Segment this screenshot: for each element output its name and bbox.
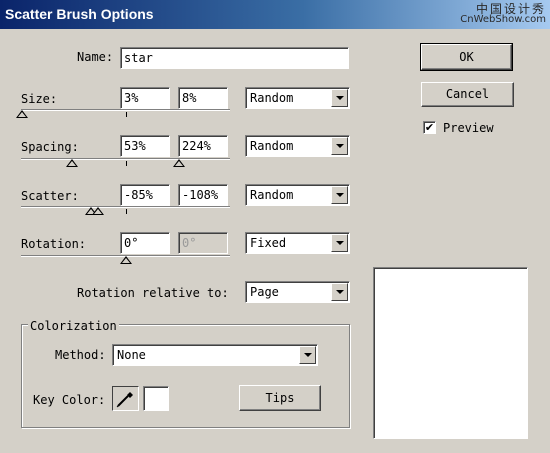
scatter-slider-track[interactable] — [21, 206, 230, 208]
method-value: None — [117, 348, 146, 362]
chevron-down-icon[interactable] — [331, 89, 348, 107]
tips-button[interactable]: Tips — [239, 385, 321, 411]
colorization-group-title: Colorization — [28, 320, 119, 330]
key-color-swatch[interactable] — [143, 386, 169, 411]
scatter-mode-select[interactable]: Random — [245, 184, 350, 206]
chevron-down-icon[interactable] — [299, 346, 316, 364]
size-slider-track[interactable] — [21, 109, 230, 111]
scatter-mode-value: Random — [250, 188, 294, 202]
scatter-label: Scatter: — [21, 189, 79, 203]
chevron-down-icon[interactable] — [331, 186, 348, 204]
chevron-down-icon[interactable] — [331, 283, 348, 301]
size-slider-center-tick — [126, 112, 127, 117]
cancel-button[interactable]: Cancel — [421, 82, 514, 107]
size-min-input[interactable]: 3% — [120, 87, 170, 109]
scatter-max-input[interactable]: -108% — [178, 184, 228, 206]
size-slider-thumb[interactable] — [16, 110, 28, 118]
chevron-down-icon[interactable] — [331, 137, 348, 155]
colorization-group — [21, 324, 350, 428]
name-input[interactable]: star — [120, 47, 349, 69]
brush-preview-area — [373, 267, 528, 439]
key-color-label: Key Color: — [33, 393, 106, 407]
spacing-mode-value: Random — [250, 139, 294, 153]
name-label: Name: — [77, 50, 114, 64]
rotation-mode-value: Fixed — [250, 236, 287, 250]
spacing-min-input[interactable]: 53% — [120, 135, 170, 157]
rotation-max-input: 0° — [178, 232, 228, 254]
scatter-min-input[interactable]: -85% — [120, 184, 170, 206]
spacing-mode-select[interactable]: Random — [245, 135, 350, 157]
eyedropper-button[interactable] — [112, 386, 139, 411]
spacing-slider-center-tick — [126, 161, 127, 166]
rotation-mode-select[interactable]: Fixed — [245, 232, 350, 254]
spacing-slider-track[interactable] — [21, 158, 230, 160]
scatter-brush-options-dialog: Scatter Brush Options 中国设计秀 CnWebShow.co… — [0, 0, 550, 453]
size-max-input[interactable]: 8% — [178, 87, 228, 109]
size-mode-value: Random — [250, 91, 294, 105]
rotation-relative-select[interactable]: Page — [245, 281, 350, 303]
rotation-label: Rotation: — [21, 237, 87, 251]
rotation-relative-value: Page — [250, 285, 279, 299]
preview-checkbox[interactable]: ✔ — [423, 121, 436, 134]
rotation-min-input[interactable]: 0° — [120, 232, 170, 254]
method-label: Method: — [55, 348, 106, 362]
eyedropper-icon — [116, 392, 133, 408]
spacing-slider-max-thumb[interactable] — [173, 159, 185, 167]
chevron-down-icon[interactable] — [331, 234, 348, 252]
preview-label[interactable]: Preview — [443, 121, 494, 135]
spacing-slider-min-thumb[interactable] — [66, 159, 78, 167]
rotation-slider-thumb[interactable] — [120, 256, 132, 264]
spacing-max-input[interactable]: 224% — [178, 135, 228, 157]
dialog-title: Scatter Brush Options — [5, 6, 154, 22]
scatter-slider-max-thumb[interactable] — [92, 207, 104, 215]
ok-button[interactable]: OK — [420, 43, 513, 71]
rotation-relative-label: Rotation relative to: — [77, 286, 229, 300]
watermark-url: CnWebShow.com — [460, 14, 546, 25]
size-mode-select[interactable]: Random — [245, 87, 350, 109]
title-bar: Scatter Brush Options 中国设计秀 CnWebShow.co… — [0, 0, 550, 29]
size-label: Size: — [21, 92, 58, 106]
spacing-label: Spacing: — [21, 140, 79, 154]
scatter-slider-center-tick — [126, 209, 127, 214]
method-select[interactable]: None — [112, 344, 318, 366]
